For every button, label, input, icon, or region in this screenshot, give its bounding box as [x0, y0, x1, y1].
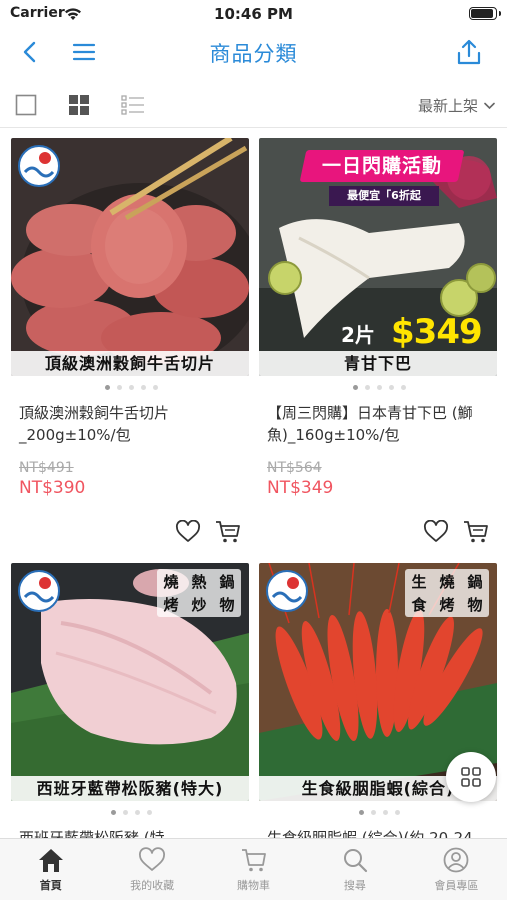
promo-count: 2片	[341, 323, 375, 347]
cooking-tags: 生 燒 鍋 食 烤 物	[405, 569, 489, 617]
tab-member[interactable]: 會員專區	[406, 839, 507, 900]
cooking-tag: 燒	[439, 573, 455, 591]
product-card[interactable]: 燒 熱 鍋 烤 炒 物 西班牙藍帶松阪豬(特大) 西班牙藍帶松阪豬 (特	[11, 563, 251, 871]
favorite-button[interactable]	[423, 519, 449, 548]
tab-search[interactable]: 搜尋	[304, 839, 405, 900]
sort-label: 最新上架	[417, 97, 478, 115]
tab-label: 我的收藏	[130, 879, 175, 892]
cooking-tag: 鍋	[219, 573, 235, 591]
promo-title: 一日閃購活動	[321, 155, 442, 177]
tab-label: 首頁	[39, 879, 62, 892]
cooking-tag: 熱	[191, 573, 207, 591]
sale-price: NT$390	[19, 478, 86, 498]
nav-bar: 商品分類	[0, 28, 507, 76]
clock: 10:46 PM	[214, 5, 293, 23]
cart-icon	[464, 521, 488, 543]
original-price: NT$491	[19, 460, 74, 476]
promo-subtitle: 最便宜「6折起	[329, 186, 439, 206]
heart-icon	[139, 847, 166, 871]
grid-icon	[461, 767, 481, 787]
app-screen: Carrier 10:46 PM 商品分類 最新上架 頂級澳洲穀飼牛舌切片 頂級…	[0, 0, 507, 900]
product-name[interactable]: 頂級澳洲穀飼牛舌切片_200g±10%/包	[11, 402, 251, 446]
cooking-tag: 燒	[163, 573, 179, 591]
grid-view-button[interactable]	[67, 93, 91, 117]
list-icon	[121, 95, 144, 115]
card-actions	[11, 516, 251, 552]
list-view-button[interactable]	[121, 93, 145, 117]
image-carousel-dots	[11, 385, 251, 391]
view-toolbar: 最新上架	[0, 82, 507, 128]
product-card[interactable]: 頂級澳洲穀飼牛舌切片 頂級澳洲穀飼牛舌切片_200g±10%/包 NT$491 …	[11, 138, 251, 552]
cooking-tag: 生	[411, 573, 427, 591]
tab-label: 購物車	[237, 879, 271, 892]
product-card[interactable]: 生 燒 鍋 食 烤 物 生食級胭脂蝦(綜合) 生食級胭脂蝦 (綜合)(約 20-…	[259, 563, 499, 871]
favorite-button[interactable]	[175, 519, 201, 548]
add-to-cart-button[interactable]	[215, 520, 241, 548]
product-image-caption: 西班牙藍帶松阪豬(特大)	[11, 776, 249, 801]
tab-cart[interactable]: 購物車	[203, 839, 304, 900]
image-carousel-dots	[259, 810, 499, 816]
chevron-down-icon	[484, 102, 495, 109]
cart-icon	[216, 521, 240, 543]
product-image[interactable]: 頂級澳洲穀飼牛舌切片	[11, 138, 249, 376]
product-image[interactable]: 一日閃購活動 最便宜「6折起 2片 $349 青甘下巴	[259, 138, 497, 376]
single-view-button[interactable]	[14, 93, 38, 117]
product-image-caption: 青甘下巴	[259, 351, 497, 376]
cooking-tag: 鍋	[467, 573, 483, 591]
sort-dropdown[interactable]: 最新上架	[418, 95, 495, 116]
tab-bar: 首頁 我的收藏 購物車 搜尋 會員專區	[0, 838, 507, 900]
product-image-caption: 頂級澳洲穀飼牛舌切片	[11, 351, 249, 376]
sale-price: NT$349	[267, 478, 334, 498]
card-actions	[259, 516, 499, 552]
brand-logo	[18, 570, 60, 612]
cooking-tag: 烤	[439, 596, 455, 614]
product-card[interactable]: 一日閃購活動 最便宜「6折起 2片 $349 青甘下巴 【周三閃購】日本青甘下巴…	[259, 138, 499, 552]
product-image[interactable]: 燒 熱 鍋 烤 炒 物 西班牙藍帶松阪豬(特大)	[11, 563, 249, 801]
product-name[interactable]: 【周三閃購】日本青甘下巴 (鰤魚)_160g±10%/包	[259, 402, 499, 446]
page-title: 商品分類	[209, 42, 298, 66]
original-price: NT$564	[267, 460, 322, 476]
tab-favorites[interactable]: 我的收藏	[101, 839, 202, 900]
brand-logo	[266, 570, 308, 612]
cart-icon	[241, 849, 266, 872]
category-grid-button[interactable]	[446, 752, 496, 802]
image-carousel-dots	[259, 385, 499, 391]
tab-label: 搜尋	[343, 879, 366, 892]
share-button[interactable]	[453, 36, 485, 68]
heart-icon	[176, 519, 200, 542]
image-carousel-dots	[11, 810, 251, 816]
status-bar: Carrier 10:46 PM	[0, 0, 507, 28]
cooking-tag: 物	[219, 596, 235, 614]
add-to-cart-button[interactable]	[463, 520, 489, 548]
cooking-tag: 物	[467, 596, 483, 614]
heart-icon	[424, 519, 448, 542]
search-icon	[343, 849, 368, 873]
user-icon	[443, 847, 469, 873]
brand-logo	[18, 145, 60, 187]
cooking-tag: 烤	[163, 596, 179, 614]
home-icon	[38, 849, 63, 872]
share-icon	[457, 39, 481, 65]
cooking-tag: 炒	[191, 596, 207, 614]
promo-price: $349	[391, 312, 483, 352]
square-icon	[15, 94, 37, 116]
grid-icon	[69, 95, 89, 115]
tab-label: 會員專區	[434, 879, 479, 892]
tab-home[interactable]: 首頁	[0, 839, 101, 900]
cooking-tag: 食	[411, 596, 427, 614]
cooking-tags: 燒 熱 鍋 烤 炒 物	[157, 569, 241, 617]
battery-icon	[469, 7, 501, 20]
